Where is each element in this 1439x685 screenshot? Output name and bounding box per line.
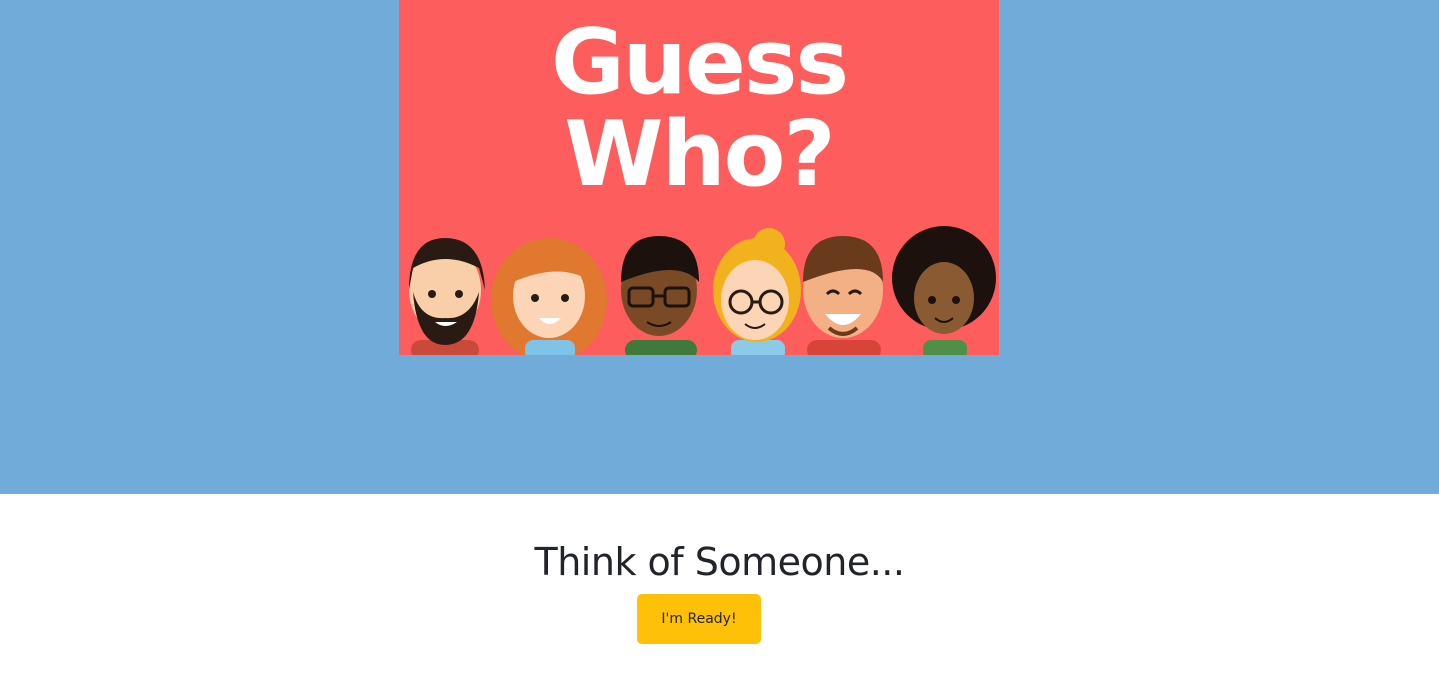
main-content: Think of Someone... I'm Ready!: [0, 494, 1439, 685]
blonde-woman-face-icon: [713, 228, 801, 355]
smiling-man-face-icon: [803, 236, 883, 355]
guess-who-banner: Guess Who?: [399, 0, 999, 355]
hero-section: Guess Who?: [0, 0, 1439, 494]
redhead-woman-face-icon: [491, 238, 607, 355]
im-ready-button[interactable]: I'm Ready!: [637, 594, 761, 644]
cartoon-faces-icon: [409, 226, 996, 355]
curly-hair-woman-face-icon: [892, 226, 996, 355]
glasses-man-face-icon: [621, 236, 699, 355]
page-title: Think of Someone...: [534, 540, 905, 584]
bearded-man-face-icon: [409, 238, 485, 355]
